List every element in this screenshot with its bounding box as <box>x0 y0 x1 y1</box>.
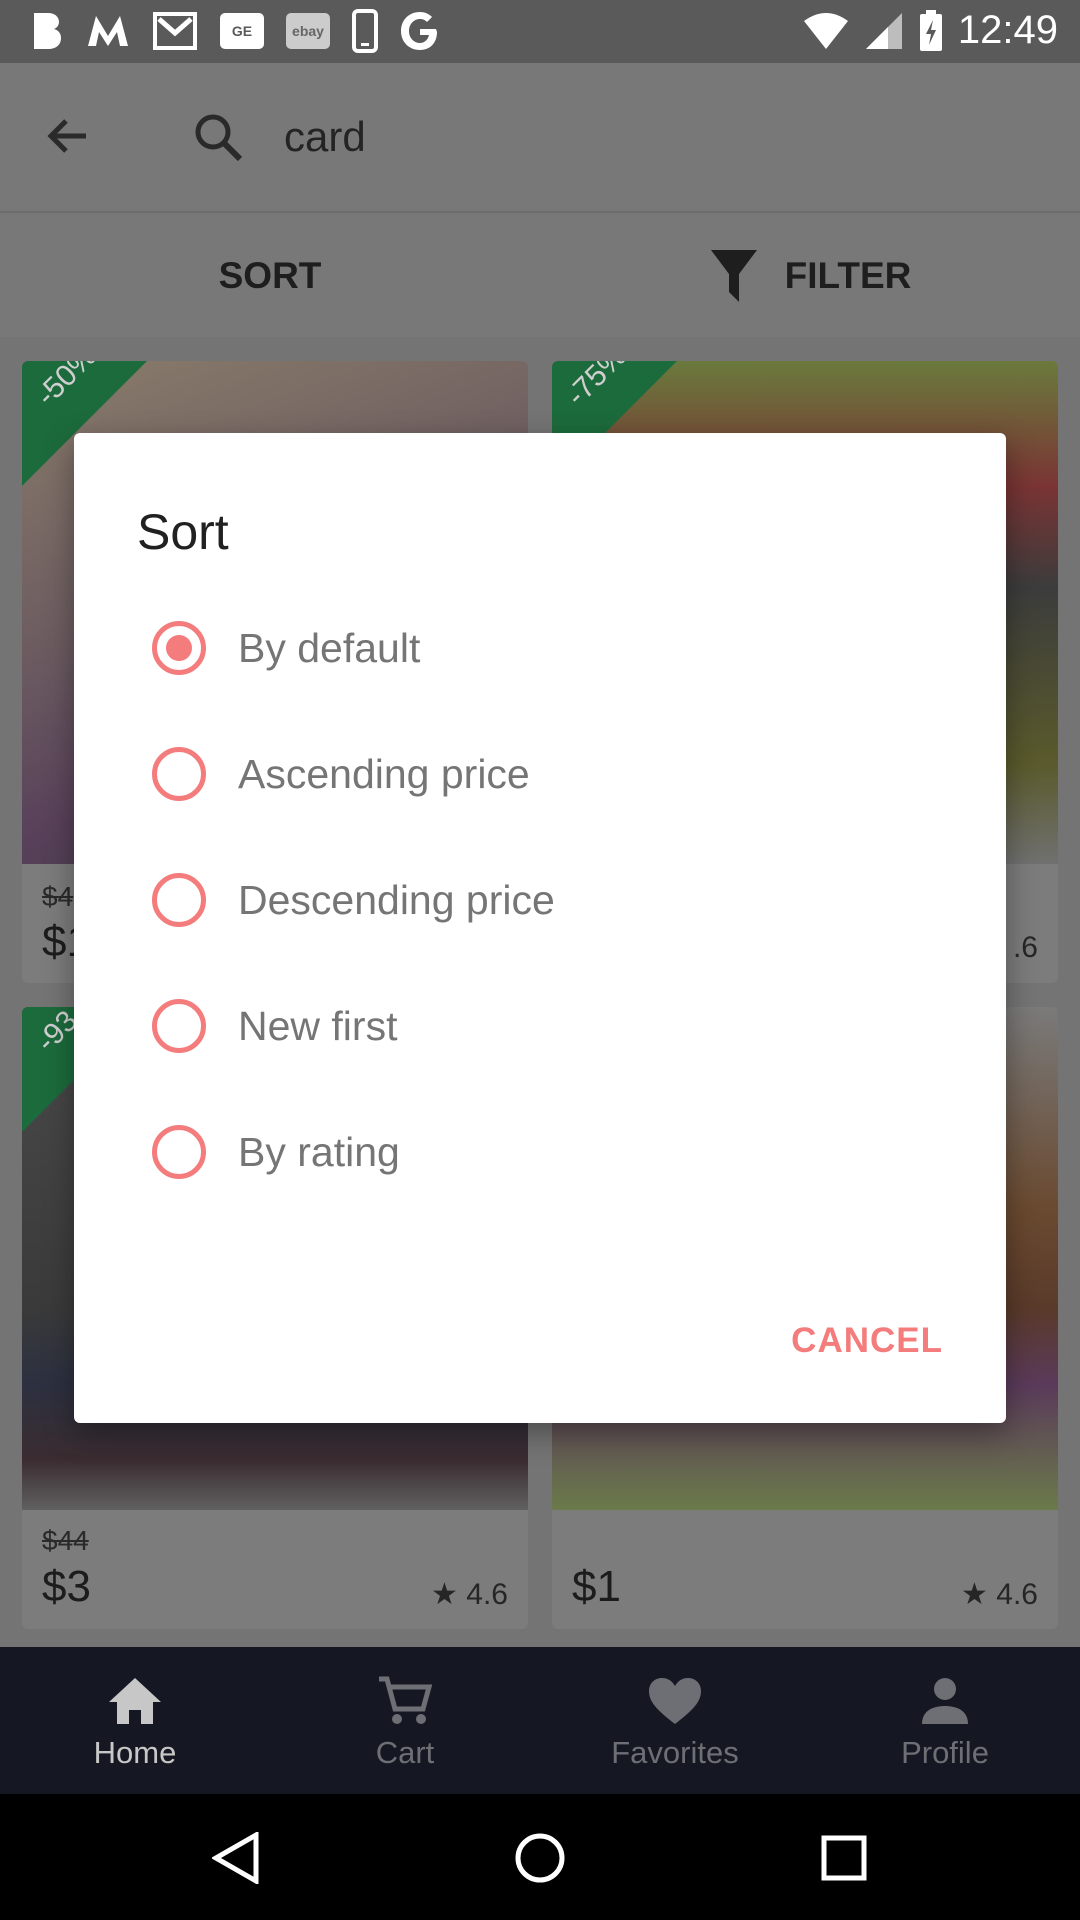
clock: 12:49 <box>957 8 1058 52</box>
radio-button[interactable] <box>152 873 206 927</box>
radio-button[interactable] <box>152 999 206 1053</box>
sort-button[interactable]: SORT <box>0 213 540 339</box>
sort-option-by-default[interactable]: By default <box>74 593 1006 703</box>
battery-icon <box>919 9 942 51</box>
phone-icon <box>352 9 378 53</box>
nav-home-label: Home <box>93 1734 177 1770</box>
price: $1 <box>572 1562 621 1611</box>
system-navigation <box>0 1794 1080 1920</box>
sort-filter-bar: SORT FILTER <box>0 211 1080 337</box>
sort-option-ascending-price[interactable]: Ascending price <box>74 719 1006 829</box>
radio-button[interactable] <box>152 1125 206 1179</box>
home-icon <box>107 1671 163 1731</box>
sort-option-new-first[interactable]: New first <box>74 971 1006 1081</box>
rating-value: 4.6 <box>466 1578 508 1611</box>
price: $3 <box>42 1562 91 1611</box>
rating: ★ 4.6 <box>961 1578 1038 1611</box>
filter-label: FILTER <box>784 255 912 296</box>
rating: .6 <box>1012 931 1038 964</box>
filter-button[interactable]: FILTER <box>540 213 1080 339</box>
radio-button[interactable] <box>152 747 206 801</box>
wifi-icon <box>803 12 848 49</box>
nav-favorites-label: Favorites <box>611 1734 739 1770</box>
sort-option-descending-price[interactable]: Descending price <box>74 845 1006 955</box>
option-label: New first <box>238 1002 398 1049</box>
nav-cart[interactable]: Cart <box>270 1647 540 1794</box>
cart-icon <box>377 1671 433 1731</box>
option-label: By default <box>238 624 421 671</box>
google-icon <box>400 10 440 52</box>
ge-icon-text: GE <box>231 23 253 39</box>
sort-dialog: Sort By default Ascending price Descendi… <box>74 433 1006 1423</box>
ge-icon: GE <box>220 13 264 49</box>
search-input[interactable]: card <box>284 113 366 161</box>
recents-square-icon[interactable] <box>820 1834 868 1882</box>
cancel-button[interactable]: CANCEL <box>791 1321 943 1361</box>
nav-profile[interactable]: Profile <box>810 1647 1080 1794</box>
rating-value: 4.6 <box>996 1578 1038 1611</box>
gmail-icon <box>152 10 198 52</box>
radio-button[interactable] <box>152 621 206 675</box>
option-label: Descending price <box>238 876 555 923</box>
dialog-title: Sort <box>137 504 229 560</box>
nav-home[interactable]: Home <box>0 1647 270 1794</box>
search-icon <box>192 111 246 170</box>
m-icon <box>86 10 130 52</box>
option-label: By rating <box>238 1128 400 1175</box>
funnel-icon <box>710 250 757 302</box>
nav-profile-label: Profile <box>901 1734 989 1770</box>
home-circle-icon[interactable] <box>514 1832 566 1884</box>
b-icon <box>28 10 64 52</box>
old-price: $44 <box>42 1525 89 1556</box>
sort-option-by-rating[interactable]: By rating <box>74 1097 1006 1207</box>
rating: ★ 4.6 <box>431 1578 508 1611</box>
ebay-icon-text: ebay <box>292 23 324 39</box>
status-bar: GE ebay 12:49 <box>0 0 1080 63</box>
person-icon <box>920 1671 970 1731</box>
nav-cart-label: Cart <box>375 1734 435 1770</box>
arrow-left-icon <box>47 119 86 153</box>
status-right: 12:49 <box>802 8 1058 53</box>
back-triangle-icon[interactable] <box>212 1832 260 1884</box>
bottom-navigation: Home Cart Favorites Profile <box>0 1647 1080 1794</box>
signal-icon <box>865 12 902 49</box>
back-button[interactable] <box>42 111 92 166</box>
notification-icons: GE ebay <box>28 9 440 53</box>
option-label: Ascending price <box>238 750 530 797</box>
old-price: $4 <box>42 881 74 912</box>
search-toolbar: card <box>0 63 1080 211</box>
nav-favorites[interactable]: Favorites <box>540 1647 810 1794</box>
heart-icon <box>647 1671 703 1731</box>
ebay-icon: ebay <box>286 13 330 49</box>
